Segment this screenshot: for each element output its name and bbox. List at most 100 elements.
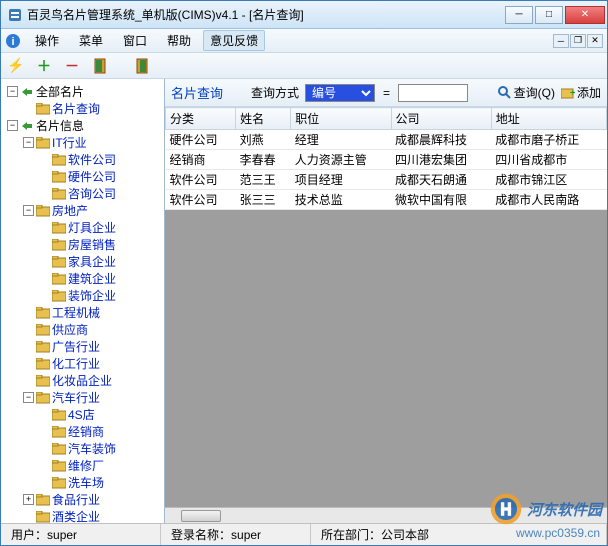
- tree-category[interactable]: +食品行业: [3, 491, 162, 508]
- tree-category[interactable]: 化妆品企业: [3, 372, 162, 389]
- tree-category[interactable]: − 汽车行业: [3, 389, 162, 406]
- mdi-minimize[interactable]: ─: [553, 34, 569, 48]
- tree-item[interactable]: 汽车装饰: [3, 440, 162, 457]
- door-icon[interactable]: [91, 57, 109, 75]
- menu-operate[interactable]: 操作: [27, 30, 67, 51]
- folder-icon: [52, 476, 66, 490]
- tree-item[interactable]: 房屋销售: [3, 236, 162, 253]
- column-header[interactable]: 地址: [491, 108, 606, 130]
- mdi-restore[interactable]: ❐: [570, 34, 586, 48]
- mdi-close[interactable]: ✕: [587, 34, 603, 48]
- maximize-button[interactable]: □: [535, 6, 563, 24]
- menu-help[interactable]: 帮助: [159, 30, 199, 51]
- tree-item[interactable]: 灯具企业: [3, 219, 162, 236]
- menu-menu[interactable]: 菜单: [71, 30, 111, 51]
- grid-wrap: 分类姓名职位公司地址 硬件公司刘燕经理成都晨辉科技成都市磨子桥正经销商李春春人力…: [165, 107, 607, 523]
- add-button[interactable]: + 添加: [561, 84, 601, 101]
- svg-text:+: +: [570, 88, 575, 99]
- tree-info[interactable]: − 名片信息: [3, 117, 162, 134]
- status-login: 登录名称：super: [161, 524, 311, 545]
- tree-item[interactable]: 装饰企业: [3, 287, 162, 304]
- tree-item[interactable]: 维修厂: [3, 457, 162, 474]
- column-header[interactable]: 公司: [391, 108, 491, 130]
- query-mode-select[interactable]: 编号: [305, 84, 375, 102]
- tree-label: 汽车行业: [52, 389, 100, 406]
- tree-item[interactable]: 洗车场: [3, 474, 162, 491]
- folder-icon: [36, 510, 50, 524]
- tree-item[interactable]: 软件公司: [3, 151, 162, 168]
- tree-item[interactable]: 经销商: [3, 423, 162, 440]
- tree-info-label: 名片信息: [36, 117, 84, 134]
- folder-icon: [52, 408, 66, 422]
- tree-item[interactable]: 硬件公司: [3, 168, 162, 185]
- tree-category[interactable]: −房地产: [3, 202, 162, 219]
- tree-category[interactable]: 供应商: [3, 321, 162, 338]
- tree-label: 硬件公司: [68, 168, 116, 185]
- column-header[interactable]: 职位: [291, 108, 391, 130]
- search-button[interactable]: 查询(Q): [498, 84, 555, 101]
- folder-icon: [36, 493, 50, 507]
- tree-label: 装饰企业: [68, 287, 116, 304]
- query-mode-label: 查询方式: [251, 84, 299, 101]
- query-input[interactable]: [398, 84, 468, 102]
- tree-label: 洗车场: [68, 474, 104, 491]
- column-header[interactable]: 姓名: [236, 108, 291, 130]
- folder-icon: [52, 459, 66, 473]
- horizontal-scrollbar[interactable]: [165, 507, 607, 523]
- table-cell: 张三三: [236, 190, 291, 210]
- remove-icon[interactable]: －: [63, 57, 81, 75]
- menu-feedback[interactable]: 意见反馈: [203, 30, 265, 51]
- table-cell: 软件公司: [166, 190, 236, 210]
- tree-item[interactable]: 建筑企业: [3, 270, 162, 287]
- table-row[interactable]: 硬件公司刘燕经理成都晨辉科技成都市磨子桥正: [166, 130, 607, 150]
- toggle-icon[interactable]: −: [23, 137, 34, 148]
- toggle-icon[interactable]: −: [23, 205, 34, 216]
- branch-icon: [20, 85, 34, 99]
- tree-root[interactable]: − 全部名片: [3, 83, 162, 100]
- toggle-icon[interactable]: −: [23, 392, 34, 403]
- folder-icon: [52, 289, 66, 303]
- info-icon[interactable]: i: [5, 33, 21, 49]
- folder-icon: [52, 442, 66, 456]
- tree-label: 维修厂: [68, 457, 104, 474]
- table-cell: 经理: [291, 130, 391, 150]
- tree-category[interactable]: 酒类企业: [3, 508, 162, 523]
- folder-icon: [52, 238, 66, 252]
- tree-item[interactable]: 咨询公司: [3, 185, 162, 202]
- lightning-icon[interactable]: ⚡: [7, 57, 25, 75]
- statusbar: 用户：super 登录名称：super 所在部门：公司本部: [1, 523, 607, 545]
- add-icon[interactable]: ＋: [35, 57, 53, 75]
- search-icon: [498, 86, 512, 100]
- query-title: 名片查询: [171, 83, 223, 102]
- scrollbar-thumb[interactable]: [181, 510, 221, 522]
- data-grid: 分类姓名职位公司地址 硬件公司刘燕经理成都晨辉科技成都市磨子桥正经销商李春春人力…: [165, 107, 607, 210]
- close-button[interactable]: ✕: [565, 6, 605, 24]
- collapse-icon[interactable]: −: [7, 120, 18, 131]
- column-header[interactable]: 分类: [166, 108, 236, 130]
- tree-label: 化妆品企业: [52, 372, 112, 389]
- collapse-icon[interactable]: −: [7, 86, 18, 97]
- branch-icon: [20, 119, 34, 133]
- table-row[interactable]: 软件公司张三三技术总监微软中国有限成都市人民南路: [166, 190, 607, 210]
- tree-category[interactable]: 化工行业: [3, 355, 162, 372]
- folder-icon: [36, 391, 50, 405]
- exit-icon[interactable]: [133, 57, 151, 75]
- folder-icon: [52, 153, 66, 167]
- toggle-icon[interactable]: +: [23, 494, 34, 505]
- table-row[interactable]: 软件公司范三王项目经理成都天石朗通成都市锦江区: [166, 170, 607, 190]
- tree-query[interactable]: 名片查询: [3, 100, 162, 117]
- table-row[interactable]: 经销商李春春人力资源主管四川港宏集团四川省成都市: [166, 150, 607, 170]
- tree-item[interactable]: 4S店: [3, 406, 162, 423]
- tree-query-label: 名片查询: [52, 100, 100, 117]
- svg-text:i: i: [11, 36, 14, 48]
- tree-category[interactable]: −IT行业: [3, 134, 162, 151]
- tree-category[interactable]: 广告行业: [3, 338, 162, 355]
- tree-category[interactable]: 工程机械: [3, 304, 162, 321]
- minimize-button[interactable]: ─: [505, 6, 533, 24]
- tree-label: 家具企业: [68, 253, 116, 270]
- tree-item[interactable]: 家具企业: [3, 253, 162, 270]
- folder-icon: [36, 340, 50, 354]
- table-cell: 经销商: [166, 150, 236, 170]
- folder-icon: [52, 170, 66, 184]
- menu-window[interactable]: 窗口: [115, 30, 155, 51]
